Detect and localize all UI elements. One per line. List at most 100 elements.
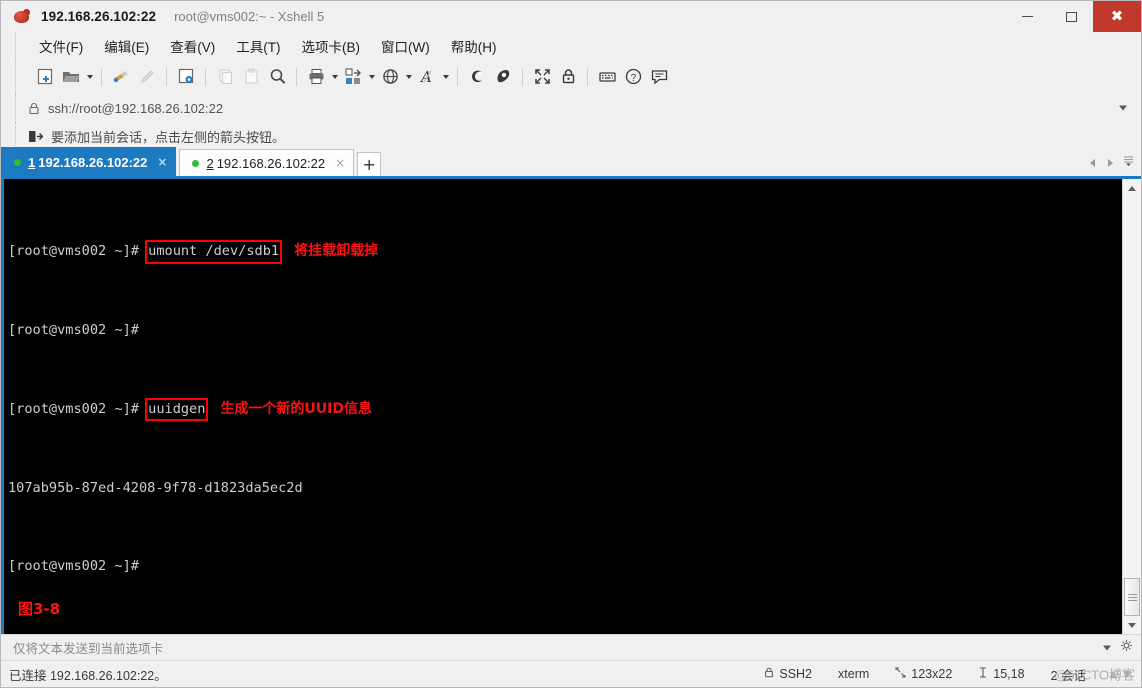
tab-status-dot-icon <box>192 159 200 167</box>
status-cursor: 15,18 <box>965 667 1037 681</box>
new-file-icon[interactable] <box>32 64 58 90</box>
hint-text: 要添加当前会话，点击左侧的箭头按钮。 <box>51 129 286 145</box>
paste-icon[interactable] <box>238 64 264 90</box>
toolbar-separator <box>587 67 588 86</box>
lock-icon[interactable] <box>555 64 581 90</box>
chevron-left-icon[interactable] <box>1086 157 1099 170</box>
add-session-icon[interactable] <box>28 130 43 143</box>
copy-icon[interactable] <box>212 64 238 90</box>
layout-dropdown-icon[interactable] <box>366 64 377 90</box>
terminal-line: [root@vms002 ~]# uuidgen 生成一个新的UUID信息 <box>8 397 1122 422</box>
terminal-output[interactable]: [root@vms002 ~]# umount /dev/sdb1 将挂载卸载掉 … <box>4 179 1122 634</box>
status-protocol: SSH2 <box>751 667 825 681</box>
menu-file[interactable]: 文件(F) <box>30 33 92 59</box>
close-button[interactable]: ✖ <box>1093 1 1141 32</box>
tab-bar: 1 192.168.26.102:22 × 2 192.168.26.102:2… <box>1 147 1141 179</box>
terminal-area: [root@vms002 ~]# umount /dev/sdb1 将挂载卸载掉 … <box>1 179 1141 634</box>
status-size: 123x22 <box>882 667 965 681</box>
watermark: @51CTO博客 <box>1054 667 1135 683</box>
tab-navigation <box>1086 154 1135 172</box>
shell-prompt: [root@vms002 ~]# <box>8 243 148 260</box>
send-text-placeholder: 仅将文本发送到当前选项卡 <box>13 642 164 656</box>
toolbar-separator <box>296 67 297 86</box>
layout-icon[interactable] <box>340 64 366 90</box>
status-terminal-type: xterm <box>825 667 882 681</box>
open-folder-dropdown-icon[interactable] <box>84 64 95 90</box>
menu-edit[interactable]: 编辑(E) <box>95 33 158 59</box>
menu-bar: 文件(F) 编辑(E) 查看(V) 工具(T) 选项卡(B) 窗口(W) 帮助(… <box>15 32 1141 59</box>
new-tab-button[interactable]: + <box>357 152 382 176</box>
tab-close-icon[interactable]: × <box>335 157 345 169</box>
xagent-icon[interactable] <box>490 64 516 90</box>
comment-icon[interactable] <box>646 64 672 90</box>
svg-text:?: ? <box>630 73 636 84</box>
tab-label: 192.168.26.102:22 <box>216 155 326 171</box>
scrollbar-track[interactable] <box>1123 197 1141 616</box>
tab-status-dot-icon <box>14 158 21 166</box>
toolbar-separator <box>101 67 102 86</box>
tab-list-icon[interactable] <box>1122 154 1135 172</box>
chevron-down-icon[interactable] <box>1119 105 1127 111</box>
status-terminal-type-label: xterm <box>838 667 870 681</box>
menu-help[interactable]: 帮助(H) <box>442 33 506 59</box>
terminal-output-text: 107ab95b-87ed-4208-9f78-d1823da5ec2d <box>8 479 303 496</box>
svg-text:A: A <box>419 68 432 86</box>
xftp-icon[interactable] <box>464 64 490 90</box>
title-bar: 192.168.26.102:22 root@vms002:~ - Xshell… <box>1 1 1141 32</box>
edit-pencil-icon[interactable] <box>134 64 160 90</box>
tab-close-icon[interactable]: × <box>157 156 167 168</box>
menu-window[interactable]: 窗口(W) <box>372 33 439 59</box>
minimize-button[interactable] <box>1005 1 1049 32</box>
cursor-icon <box>978 667 988 681</box>
font-icon[interactable]: A <box>414 64 440 90</box>
maximize-button[interactable] <box>1049 1 1093 32</box>
send-text-bar[interactable]: 仅将文本发送到当前选项卡 <box>1 634 1141 660</box>
address-bar[interactable]: ssh://root@192.168.26.102:22 <box>15 94 1141 122</box>
toolbar-separator <box>205 67 206 86</box>
tab-session-2[interactable]: 2 192.168.26.102:22 × <box>179 149 355 176</box>
tab-session-1[interactable]: 1 192.168.26.102:22 × <box>1 147 177 176</box>
minimize-icon <box>1021 15 1033 18</box>
chevron-down-icon[interactable] <box>1103 645 1111 650</box>
scroll-down-button[interactable] <box>1123 616 1141 634</box>
toolbar: A ? <box>15 59 1141 94</box>
toolbar-separator <box>457 67 458 86</box>
annotation-text: 生成一个新的UUID信息 <box>220 400 373 417</box>
globe-icon[interactable] <box>377 64 403 90</box>
open-folder-icon[interactable] <box>58 64 84 90</box>
status-protocol-label: SSH2 <box>779 667 813 681</box>
print-icon[interactable] <box>303 64 329 90</box>
window-controls: ✖ <box>1005 1 1141 32</box>
menu-tabs[interactable]: 选项卡(B) <box>293 33 370 59</box>
maximize-icon <box>1065 11 1077 22</box>
gear-icon[interactable] <box>1120 639 1133 657</box>
status-cursor-label: 15,18 <box>993 667 1025 681</box>
scrollbar-thumb[interactable] <box>1124 578 1140 616</box>
tab-number: 1 <box>28 154 36 170</box>
shell-prompt: [root@vms002 ~]# <box>8 400 148 417</box>
status-connection: 已连接 192.168.26.102:22。 <box>9 668 167 683</box>
keyboard-icon[interactable] <box>594 64 620 90</box>
globe-dropdown-icon[interactable] <box>403 64 414 90</box>
terminal-scrollbar[interactable] <box>1122 179 1141 634</box>
terminal-line: [root@vms002 ~]# <box>8 557 1122 577</box>
window-title-host: 192.168.26.102:22 <box>41 9 157 24</box>
print-dropdown-icon[interactable] <box>329 64 340 90</box>
window-title-subtitle: root@vms002:~ - Xshell 5 <box>174 9 325 24</box>
highlighted-command: umount /dev/sdb1 <box>145 240 283 264</box>
menu-tools[interactable]: 工具(T) <box>227 33 289 59</box>
session-settings-icon[interactable] <box>173 64 199 90</box>
menu-view[interactable]: 查看(V) <box>161 33 224 59</box>
figure-caption: 图3-8 <box>18 600 61 619</box>
fullscreen-icon[interactable] <box>529 64 555 90</box>
lock-icon <box>28 102 40 115</box>
transfer-icon[interactable] <box>108 64 134 90</box>
shell-prompt: [root@vms002 ~]# <box>8 558 139 575</box>
help-icon[interactable]: ? <box>620 64 646 90</box>
find-icon[interactable] <box>264 64 290 90</box>
shell-prompt: [root@vms002 ~]# <box>8 321 139 338</box>
chevron-right-icon[interactable] <box>1104 157 1117 170</box>
font-dropdown-icon[interactable] <box>440 64 451 90</box>
terminal-line: 107ab95b-87ed-4208-9f78-d1823da5ec2d <box>8 479 1122 499</box>
scroll-up-button[interactable] <box>1123 179 1141 197</box>
